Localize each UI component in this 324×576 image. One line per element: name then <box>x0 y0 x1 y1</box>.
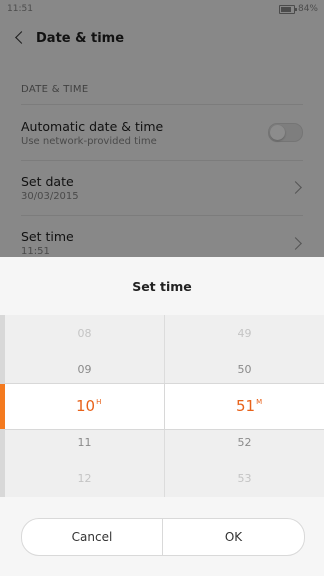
selected-hour[interactable]: 10H <box>76 397 101 415</box>
minute-unit: M <box>256 398 263 406</box>
minute-option[interactable]: 53 <box>165 472 324 485</box>
hour-option[interactable]: 09 <box>5 363 164 376</box>
selection-band: 10H 51M <box>0 383 324 430</box>
hour-option[interactable]: 12 <box>5 472 164 485</box>
hour-option[interactable]: 08 <box>5 327 164 340</box>
time-picker: 08 09 11 12 49 50 52 53 10H 51M <box>0 315 324 497</box>
dialog-buttons: Cancel OK <box>21 518 305 556</box>
set-time-dialog: Set time 08 09 11 12 49 50 52 53 10H 51M… <box>0 257 324 576</box>
ok-button[interactable]: OK <box>163 519 304 555</box>
minute-option[interactable]: 50 <box>165 363 324 376</box>
minute-option[interactable]: 52 <box>165 436 324 449</box>
selected-hour-value: 10 <box>76 397 96 415</box>
selected-minute[interactable]: 51M <box>236 397 262 415</box>
selection-accent-bar <box>0 384 5 429</box>
dialog-title: Set time <box>132 279 192 294</box>
cancel-button[interactable]: Cancel <box>22 519 162 555</box>
hour-option[interactable]: 11 <box>5 436 164 449</box>
column-divider <box>164 384 165 429</box>
minute-option[interactable]: 49 <box>165 327 324 340</box>
hour-unit: H <box>96 398 102 406</box>
selected-minute-value: 51 <box>236 397 256 415</box>
